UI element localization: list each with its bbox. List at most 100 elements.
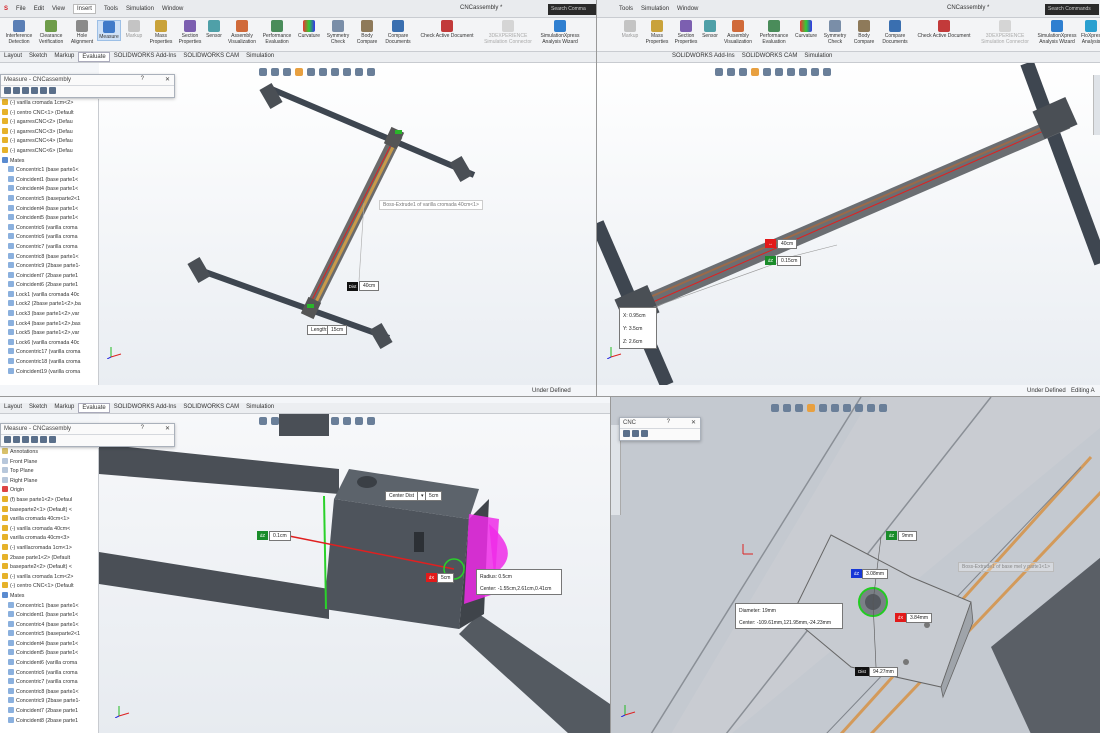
search-commands-input[interactable]: Search Commands	[1045, 4, 1099, 15]
tree-item[interactable]: Lock3 (base parte1<2>,var	[0, 310, 98, 320]
view-orientation-icon[interactable]	[819, 404, 827, 412]
menu-view[interactable]: View	[52, 6, 65, 12]
tab-simulation[interactable]: Simulation	[243, 403, 277, 413]
task-pane-strip[interactable]	[1093, 75, 1100, 135]
tab-solidworks-addins[interactable]: SOLIDWORKS Add-Ins	[111, 403, 180, 413]
tree-item[interactable]: Right Plane	[0, 476, 98, 487]
floxpress-button[interactable]: FloXpress Analysis	[1081, 20, 1100, 45]
arc-circle-icon[interactable]	[4, 436, 11, 443]
symmetry-check-button[interactable]: Symmetry Check	[821, 20, 849, 45]
section-view-icon[interactable]	[807, 404, 815, 412]
help-icon[interactable]: ?	[667, 419, 670, 425]
tree-item[interactable]: varilla cromada 40cm<1>	[0, 515, 98, 525]
projection-icon[interactable]	[40, 87, 47, 94]
markup-button[interactable]: Markup	[123, 20, 145, 39]
tab-layout[interactable]: Layout	[1, 403, 25, 413]
tree-item[interactable]: Coincident7 (2base parte1	[0, 271, 98, 282]
tree-item[interactable]: baseparte2<2> (Default) <	[0, 563, 98, 573]
point-to-point-icon[interactable]	[31, 87, 38, 94]
tree-item[interactable]: (-) centro CNC<1> (Default	[0, 108, 98, 119]
tree-item[interactable]: (-) agarresCNC<4> (Defau	[0, 137, 98, 147]
tree-item[interactable]: (f) base parte1<2> (Defaul	[0, 495, 98, 506]
clearance-verification-button[interactable]: Clearance Verification	[36, 20, 66, 45]
hide-show-icon[interactable]	[843, 404, 851, 412]
tree-item[interactable]: Concentric8 (base parte1<	[0, 687, 98, 698]
simulation-connector-button[interactable]: 3DEXPERIENCE Simulation Connector	[480, 20, 536, 45]
tab-sketch[interactable]: Sketch	[26, 52, 50, 62]
assembly-visualization-button[interactable]: Assembly Visualization	[225, 20, 259, 45]
tree-item[interactable]: (-) varilla cromada 1cm<2>	[0, 572, 98, 583]
tree-item[interactable]: Concentric7 (varilla croma	[0, 678, 98, 688]
tree-item[interactable]: Lock2 (2base parte1<2>,ba	[0, 300, 98, 310]
markup-button[interactable]: Markup	[619, 20, 641, 39]
tab-simulation[interactable]: Simulation	[243, 52, 277, 62]
edit-appearance-icon[interactable]	[855, 404, 863, 412]
check-active-document-button[interactable]: Check Active Document	[416, 20, 478, 39]
menu-tools[interactable]: Tools	[104, 6, 118, 12]
search-commands-input[interactable]: Search Comma	[548, 4, 596, 15]
close-icon[interactable]: ✕	[165, 425, 170, 432]
tree-item[interactable]: Coincident6 (2base parte1	[0, 281, 98, 291]
tree-item[interactable]: (-) agarresCNC<2> (Defau	[0, 118, 98, 128]
tree-item[interactable]: Concentric6 (varilla croma	[0, 223, 98, 234]
menu-window[interactable]: Window	[162, 6, 183, 12]
tree-item[interactable]: Front Plane	[0, 457, 98, 468]
menu-window[interactable]: Window	[677, 6, 698, 12]
mass-properties-button[interactable]: Mass Properties	[147, 20, 175, 45]
tree-item[interactable]: Annotations	[0, 448, 98, 458]
tree-item[interactable]: Coincident6 (varilla croma	[0, 659, 98, 669]
mass-properties-button[interactable]: Mass Properties	[643, 20, 671, 45]
close-icon[interactable]: ✕	[165, 76, 170, 83]
show-xyz-icon[interactable]	[641, 430, 648, 437]
tree-item[interactable]: Concentric8 (base parte1<	[0, 252, 98, 263]
tree-item-mates[interactable]: Mates	[0, 156, 98, 167]
compare-documents-button[interactable]: Compare Documents	[879, 20, 911, 45]
history-icon[interactable]	[49, 436, 56, 443]
tree-item[interactable]: Coincident4 (base parte1<	[0, 185, 98, 195]
show-xyz-icon[interactable]	[22, 436, 29, 443]
graphics-viewport[interactable]: Center Dist ▾ 5cm dZ 0.1cm dX 5cm Radius…	[99, 414, 610, 733]
help-icon[interactable]: ?	[141, 76, 144, 82]
simulationxpress-button[interactable]: SimulationXpress Analysis Wizard	[538, 20, 582, 45]
units-icon[interactable]	[13, 436, 20, 443]
simulation-connector-button[interactable]: 3DEXPERIENCE Simulation Connector	[977, 20, 1033, 45]
tab-layout[interactable]: Layout	[1, 52, 25, 62]
close-icon[interactable]: ✕	[691, 419, 696, 426]
tree-item[interactable]: Coincident1 (base parte1<	[0, 611, 98, 621]
tree-item[interactable]: (-) agarresCNC<3> (Defau	[0, 127, 98, 138]
tree-item[interactable]: 2base parte1<2> (Default	[0, 553, 98, 564]
tree-item[interactable]: Concentric1 (base parte1<	[0, 166, 98, 176]
compare-documents-button[interactable]: Compare Documents	[382, 20, 414, 45]
menu-edit[interactable]: Edit	[34, 6, 44, 12]
history-icon[interactable]	[49, 87, 56, 94]
performance-evaluation-button[interactable]: Performance Evaluation	[757, 20, 791, 45]
help-icon[interactable]: ?	[141, 425, 144, 431]
previous-view-icon[interactable]	[795, 404, 803, 412]
body-compare-button[interactable]: Body Compare	[851, 20, 877, 45]
tree-item[interactable]: (-) agarresCNC<6> (Defau	[0, 146, 98, 157]
menu-file[interactable]: File	[16, 6, 26, 12]
tab-simulation[interactable]: Simulation	[801, 52, 835, 62]
projection-icon[interactable]	[40, 436, 47, 443]
zoom-area-icon[interactable]	[783, 404, 791, 412]
sensor-button[interactable]: Sensor	[205, 20, 223, 39]
hole-alignment-button[interactable]: Hole Alignment	[68, 20, 96, 45]
sensor-button[interactable]: Sensor	[701, 20, 719, 39]
tab-solidworks-cam[interactable]: SOLIDWORKS CAM	[180, 52, 242, 62]
tree-item[interactable]: (-) varilla cromada 1cm<2>	[0, 99, 98, 109]
tree-item[interactable]: Lock1 (varilla cromada 40c	[0, 290, 98, 301]
tree-item[interactable]: (-) varilla cromada 40cm<	[0, 524, 98, 535]
tree-item[interactable]: Concentric17 (varilla croma	[0, 348, 98, 358]
tab-solidworks-cam[interactable]: SOLIDWORKS CAM	[739, 52, 801, 62]
tab-markup[interactable]: Markup	[51, 403, 77, 413]
measure-dialog[interactable]: Measure - CNCassembly? ✕	[0, 423, 175, 447]
menu-tools[interactable]: Tools	[619, 6, 633, 12]
tree-item[interactable]: varilla cromada 40cm<3>	[0, 534, 98, 544]
tree-item[interactable]: Concentric6 (varilla croma	[0, 233, 98, 243]
curvature-button[interactable]: Curvature	[793, 20, 819, 39]
tree-item[interactable]: Coincident4 (base parte1<	[0, 204, 98, 215]
tree-item[interactable]: Coincident7 (2base parte1	[0, 707, 98, 717]
tree-item[interactable]: Origin	[0, 486, 98, 496]
body-compare-button[interactable]: Body Compare	[354, 20, 380, 45]
section-properties-button[interactable]: Section Properties	[673, 20, 699, 45]
